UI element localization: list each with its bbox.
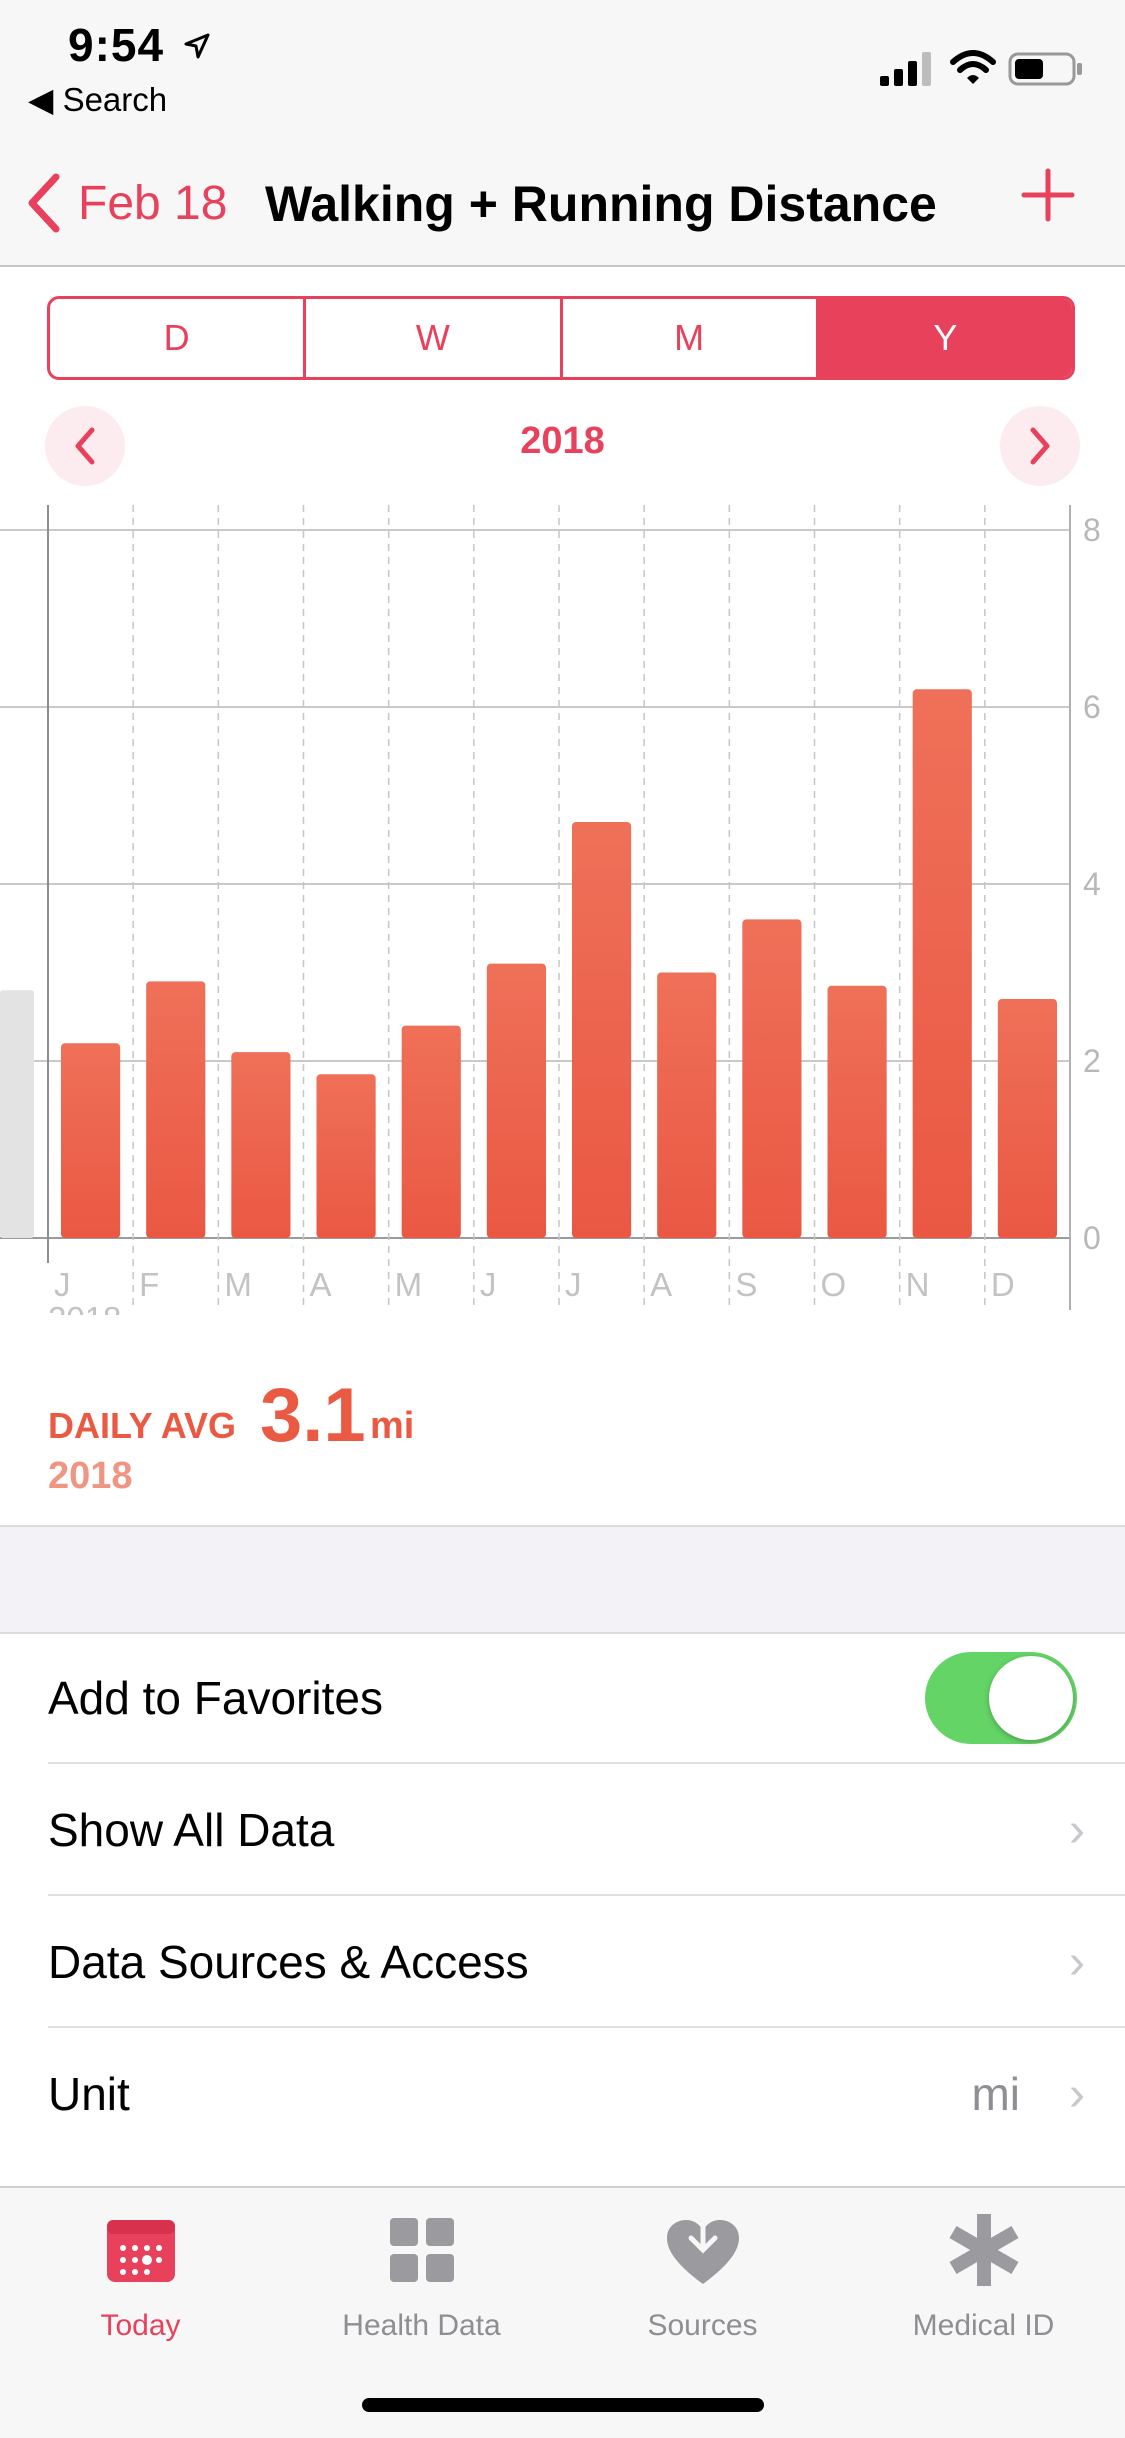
previous-year-bar	[0, 990, 34, 1238]
favorites-toggle[interactable]	[925, 1652, 1077, 1744]
bar-4	[316, 1074, 376, 1238]
favorites-row: Add to Favorites	[0, 1632, 1125, 1764]
heart-download-icon	[666, 2207, 739, 2284]
x-tick-label: F	[139, 1266, 159, 1303]
unit-value: mi	[971, 2068, 1020, 2120]
favorites-label: Add to Favorites	[48, 1672, 383, 1724]
x-tick-label: D	[991, 1266, 1015, 1303]
tab-sources[interactable]: Sources	[562, 2207, 843, 2343]
bar-1	[61, 1043, 121, 1238]
add-data-button[interactable]	[1020, 167, 1076, 233]
x-tick-label: M	[224, 1266, 252, 1303]
bar-7	[572, 822, 632, 1238]
y-tick-label: 0	[1083, 1220, 1101, 1256]
period-label: 2018	[520, 420, 605, 462]
plus-icon	[1021, 168, 1075, 222]
bar-12	[997, 999, 1057, 1238]
unit-label: Unit	[48, 2068, 130, 2120]
bar-11	[912, 689, 972, 1238]
chevron-right-icon: ›	[1069, 1935, 1085, 1989]
asterisk-icon	[948, 2214, 1019, 2286]
y-tick-label: 4	[1083, 866, 1101, 902]
bar-9	[742, 919, 802, 1238]
battery-icon	[1008, 52, 1082, 86]
toggle-knob	[989, 1656, 1073, 1740]
show-all-data-row[interactable]: Show All Data ›	[0, 1764, 1125, 1896]
x-tick-label: J	[565, 1266, 582, 1303]
page-title: Walking + Running Distance	[265, 176, 937, 232]
x-tick-label: A	[650, 1266, 672, 1303]
x-tick-label: O	[821, 1266, 847, 1303]
status-time: 9:54	[68, 18, 212, 72]
x-tick-label: J	[54, 1266, 71, 1303]
location-arrow-icon	[184, 33, 210, 59]
time-range-segmented-control: D W M Y	[47, 296, 1075, 380]
unit-row[interactable]: Unit mi ›	[0, 2028, 1125, 2160]
daily-avg-period: 2018	[48, 1455, 133, 1497]
x-tick-label: A	[310, 1266, 332, 1303]
bar-2	[146, 981, 206, 1238]
time-text: 9:54	[68, 19, 165, 71]
distance-bar-chart[interactable]: 0 2 4 6 8 J F M A M J J A S O N D 2018	[0, 505, 1125, 1315]
tab-today-label: Today	[100, 2309, 181, 2342]
grid-icon	[389, 2218, 454, 2282]
chevron-right-icon: ›	[1069, 2067, 1085, 2121]
tab-today[interactable]: Today	[0, 2210, 281, 2343]
daily-avg-value: 3.1	[260, 1373, 366, 1458]
y-tick-label: 8	[1083, 512, 1101, 548]
y-tick-label: 2	[1083, 1043, 1101, 1079]
status-bar: 9:54 ◀ Search	[0, 0, 1125, 145]
nav-back-label: Feb 18	[78, 176, 228, 230]
chevron-left-icon	[28, 173, 60, 233]
daily-avg-unit: mi	[370, 1405, 415, 1447]
bar-10	[827, 985, 887, 1238]
tab-medical-id-label: Medical ID	[912, 2309, 1055, 2342]
x-tick-label: J	[480, 1266, 497, 1303]
data-sources-label: Data Sources & Access	[48, 1936, 529, 1988]
tab-sources-label: Sources	[647, 2309, 758, 2342]
segment-day[interactable]: D	[50, 299, 307, 377]
calendar-icon	[106, 2220, 175, 2282]
segment-month[interactable]: M	[563, 299, 819, 377]
tab-health-data-label: Health Data	[342, 2309, 501, 2342]
x-tick-label: N	[906, 1266, 930, 1303]
x-tick-label: S	[735, 1266, 757, 1303]
back-app-label: Search	[62, 81, 168, 118]
bar-8	[657, 972, 717, 1238]
bar-5	[401, 1025, 461, 1238]
back-to-search[interactable]: ◀ Search	[28, 80, 167, 119]
next-period-button[interactable]	[1000, 406, 1080, 486]
chevron-right-icon	[1030, 427, 1050, 465]
back-triangle-icon: ◀	[28, 81, 54, 118]
nav-bar: Feb 18 Walking + Running Distance	[0, 145, 1125, 267]
home-indicator	[362, 2398, 764, 2412]
tab-health-data[interactable]: Health Data	[281, 2210, 562, 2343]
signal-icon	[880, 52, 931, 86]
bar-6	[486, 963, 546, 1238]
show-all-data-label: Show All Data	[48, 1804, 335, 1856]
segment-year[interactable]: Y	[818, 299, 1072, 377]
segment-week[interactable]: W	[306, 299, 563, 377]
bar-3	[231, 1052, 291, 1238]
section-separator	[0, 1525, 1125, 1634]
x-tick-label: M	[395, 1266, 423, 1303]
x-year-label: 2018	[48, 1300, 121, 1315]
wifi-icon	[950, 50, 996, 84]
y-tick-label: 6	[1083, 689, 1101, 725]
data-sources-row[interactable]: Data Sources & Access ›	[0, 1896, 1125, 2028]
daily-avg-label: DAILY AVG	[48, 1405, 237, 1446]
nav-back-button[interactable]: Feb 18	[24, 173, 227, 233]
tab-medical-id[interactable]: Medical ID	[843, 2210, 1124, 2343]
chevron-right-icon: ›	[1069, 1803, 1085, 1857]
